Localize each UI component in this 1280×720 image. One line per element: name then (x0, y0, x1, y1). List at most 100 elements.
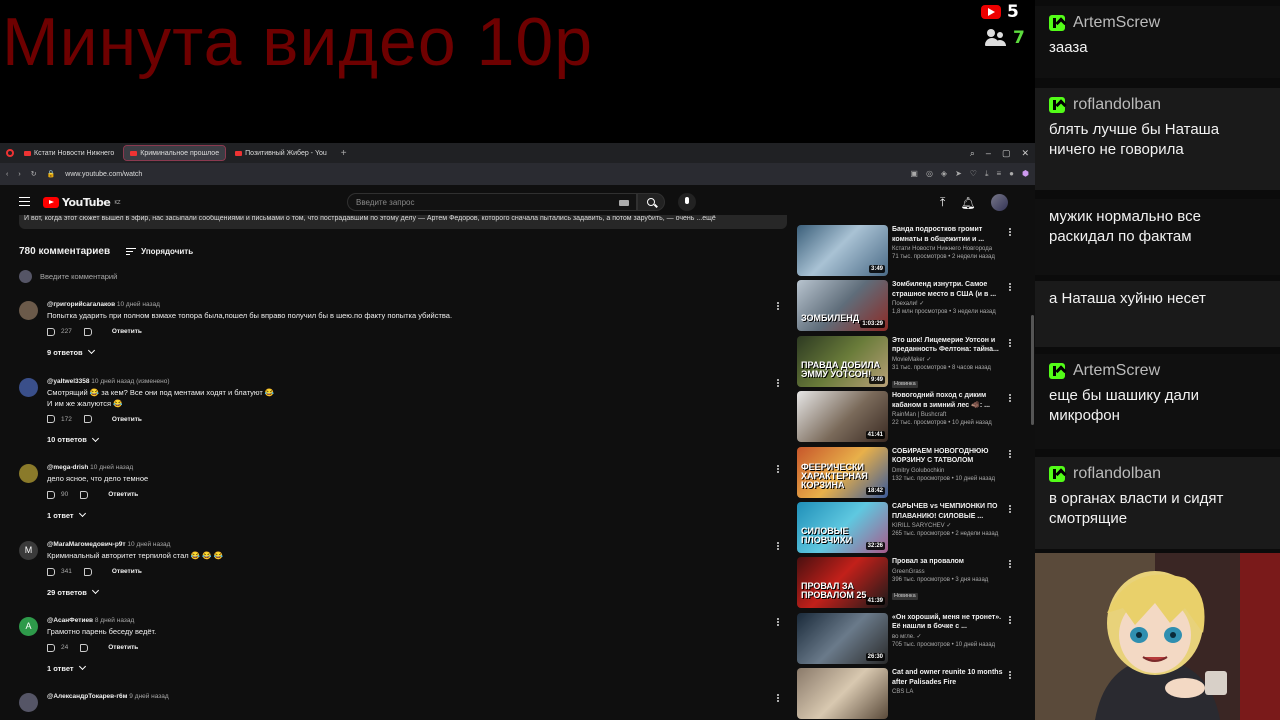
sort-button[interactable]: Упорядочить (126, 247, 193, 256)
like-icon[interactable] (47, 643, 55, 652)
recommendation-item[interactable]: Cat and owner reunite 10 months after Pa… (797, 668, 1019, 720)
channel-name[interactable]: MovieMaker ✓ (892, 356, 1007, 364)
search-input[interactable]: Введите запрос (347, 193, 637, 211)
avatar[interactable] (990, 194, 1008, 211)
replies-toggle[interactable]: 10 ответов (47, 434, 767, 444)
channel-name[interactable]: Поехали! ✓ (892, 300, 1007, 308)
recommendation-item[interactable]: СИЛОВЫЕ ПЛОВЧИХИ 32:26 САРЫЧЕВ vs ЧЕМПИОНК… (797, 502, 1019, 554)
more-options-icon[interactable] (1009, 615, 1011, 618)
channel-name[interactable]: CBS LA (892, 688, 1007, 696)
dislike-icon[interactable] (80, 490, 89, 499)
like-icon[interactable] (47, 567, 55, 576)
youtube-logo[interactable]: YouTube KZ (43, 196, 121, 209)
recommendation-item[interactable]: ФЕЕРИЧЕСКИ ХАРАКТЕРНАЯ КОРЗИНА 18:42 СОБИР… (797, 446, 1019, 499)
comment-author[interactable]: @МагаМагомедович-р9т (47, 541, 126, 548)
recommendation-item[interactable]: ПРОВАЛ ЗА ПРОВАЛОМ 25 41:39 Провал за пров… (797, 557, 1019, 609)
replies-toggle[interactable]: 9 ответов (47, 346, 767, 357)
video-title[interactable]: СОБИРАЕМ НОВОГОДНЮЮ КОРЗИНУ С ТАТВОЛОМ (892, 447, 1007, 466)
video-thumbnail[interactable]: ФЕЕРИЧЕСКИ ХАРАКТЕРНАЯ КОРЗИНА 18:42 (797, 446, 888, 498)
video-thumbnail[interactable]: ПРОВАЛ ЗА ПРОВАЛОМ 25 41:39 (797, 557, 888, 609)
comment-time[interactable]: 10 дней назад (115, 301, 160, 308)
more-options-icon[interactable] (777, 694, 779, 696)
bell-icon[interactable]: 🔔︎ (960, 196, 975, 210)
comment-author[interactable]: @yaltwel3358 (47, 378, 89, 385)
video-thumbnail[interactable]: ПРАВДА ДОБИЛА ЭММУ УОТСОН! 9:49 (797, 335, 888, 387)
more-options-icon[interactable] (777, 542, 779, 544)
more-options-icon[interactable] (1009, 449, 1011, 452)
recommendation-item[interactable]: ЗОМБИЛЕНД 1:03:29 Зомбиленд изнутри. Самое… (797, 280, 1019, 332)
comment-author[interactable]: @григорийсагалаков (47, 301, 115, 308)
more-options-icon[interactable] (777, 302, 779, 304)
avatar[interactable] (19, 693, 38, 712)
video-description[interactable]: И вот, когда этот сюжет вышел в эфир, на… (19, 215, 787, 229)
channel-name[interactable]: KIRILL SARYCHEV ✓ (892, 522, 1007, 530)
comment-time[interactable]: 10 дней назад (изменено) (89, 378, 169, 385)
chat-username[interactable]: roflandolban (1073, 465, 1161, 483)
replies-toggle[interactable]: 29 ответов (47, 586, 767, 597)
video-title[interactable]: Cat and owner reunite 10 months after Pa… (892, 668, 1007, 687)
comment-time[interactable]: 10 дней назад (88, 464, 133, 471)
hamburger-menu-icon[interactable] (19, 197, 30, 206)
like-icon[interactable] (47, 327, 55, 336)
video-title[interactable]: САРЫЧЕВ vs ЧЕМПИОНКИ ПО ПЛАВАНИЮ! СИЛОВЫ… (892, 502, 1007, 521)
more-options-icon[interactable] (1009, 505, 1011, 507)
more-options-icon[interactable] (1009, 283, 1011, 286)
keyboard-icon[interactable] (619, 200, 629, 206)
video-thumbnail[interactable] (797, 668, 888, 720)
channel-name[interactable]: GreenGrass (892, 568, 1007, 576)
chat-username[interactable]: ArtemScrew (1073, 362, 1160, 380)
video-title[interactable]: Зомбиленд изнутри. Самое страшное место … (892, 280, 1007, 299)
comment-author[interactable]: @mega-drish (47, 464, 88, 471)
recommendation-item[interactable]: ПРАВДА ДОБИЛА ЭММУ УОТСОН! 9:49 Это шок! Л… (797, 335, 1019, 388)
avatar[interactable]: M (19, 541, 38, 560)
channel-name[interactable]: Кстати Новости Нижнего Новгорода (892, 245, 1007, 253)
recommendation-item[interactable]: 26:30 «Он хороший, меня не тронет». Её на… (797, 612, 1019, 665)
dislike-icon[interactable] (83, 327, 92, 336)
video-thumbnail[interactable]: ЗОМБИЛЕНД 1:03:29 (797, 280, 888, 332)
more-options-icon[interactable] (1009, 228, 1011, 230)
replies-toggle[interactable]: 1 ответ (47, 509, 767, 520)
video-title[interactable]: Банда подростков громит комнаты в общежи… (892, 225, 1007, 244)
avatar[interactable]: A (19, 617, 38, 636)
more-options-icon[interactable] (1009, 560, 1011, 563)
recommendation-item[interactable]: 41:41 Новогодний поход с диким кабаном в … (797, 391, 1019, 443)
more-options-icon[interactable] (777, 465, 779, 467)
more-options-icon[interactable] (1009, 671, 1011, 674)
dislike-icon[interactable] (83, 415, 92, 423)
channel-name[interactable]: во мгле. ✓ (892, 633, 1007, 641)
recommendation-item[interactable]: 3:49 Банда подростков громит комнаты в об… (797, 225, 1019, 277)
search-button[interactable] (637, 193, 665, 211)
like-icon[interactable] (47, 490, 55, 499)
comment-time[interactable]: 8 дней назад (93, 617, 134, 624)
video-title[interactable]: Провал за провалом (892, 557, 1007, 567)
reply-button[interactable]: Ответить (112, 568, 142, 575)
comment-time[interactable]: 9 дней назад (127, 693, 168, 700)
more-options-icon[interactable] (777, 618, 779, 620)
upload-icon[interactable]: ⤒ (940, 195, 945, 210)
channel-name[interactable]: Dmitry Golubochkin (892, 467, 1007, 475)
chat-username[interactable]: ArtemScrew (1073, 14, 1160, 32)
avatar[interactable] (19, 378, 38, 397)
comment-author[interactable]: @АлександрТокарев-г6м (47, 693, 127, 700)
more-options-icon[interactable] (1009, 394, 1011, 397)
reply-button[interactable]: Ответить (108, 491, 138, 498)
dislike-icon[interactable] (83, 567, 92, 576)
more-options-icon[interactable] (1009, 338, 1011, 341)
video-thumbnail[interactable]: 3:49 (797, 225, 888, 276)
comment-author[interactable]: @АсанФетиев (47, 617, 93, 624)
reply-button[interactable]: Ответить (108, 644, 138, 651)
video-thumbnail[interactable]: СИЛОВЫЕ ПЛОВЧИХИ 32:26 (797, 502, 888, 553)
video-title[interactable]: Это шок! Лицемерие Уотсон и преданность … (892, 336, 1007, 355)
add-comment[interactable]: Введите комментарий (19, 269, 789, 283)
channel-name[interactable]: RainMan | Bushcraft (892, 411, 1007, 419)
chat-username[interactable]: roflandolban (1073, 96, 1161, 114)
avatar[interactable] (19, 301, 38, 320)
replies-toggle[interactable]: 1 ответ (47, 662, 767, 673)
like-icon[interactable] (47, 415, 55, 423)
comment-time[interactable]: 10 дней назад (126, 541, 170, 548)
video-thumbnail[interactable]: 41:41 (797, 391, 888, 443)
reply-button[interactable]: Ответить (112, 416, 142, 423)
avatar[interactable] (19, 464, 38, 483)
mic-icon[interactable] (678, 193, 696, 211)
dislike-icon[interactable] (80, 643, 89, 652)
